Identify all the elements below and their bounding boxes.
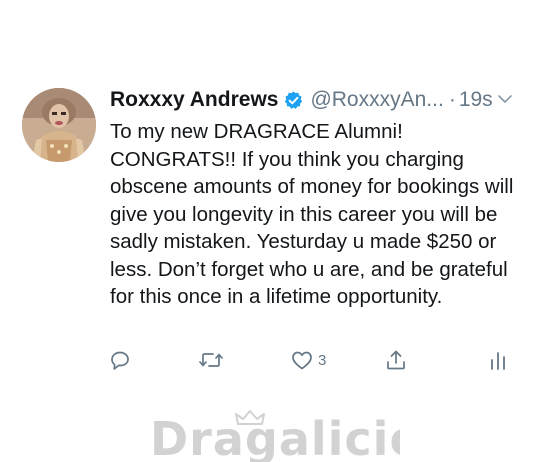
analytics-icon (488, 348, 508, 372)
analytics-button[interactable] (488, 346, 508, 374)
watermark-logo: Dragalicious (150, 408, 400, 462)
tweet-card[interactable]: Roxxxy Andrews @RoxxxyAn... · 19s To my … (0, 0, 534, 462)
like-button[interactable]: 3 (290, 346, 326, 374)
tweet-actions: 3 (108, 346, 518, 376)
reply-icon (108, 348, 132, 372)
separator-dot: · (448, 88, 456, 111)
heart-icon (290, 348, 314, 372)
timestamp[interactable]: 19s (459, 88, 493, 112)
display-name[interactable]: Roxxxy Andrews (110, 88, 278, 112)
watermark-text: Dragalicious (150, 412, 400, 462)
retweet-icon (198, 348, 224, 372)
chevron-down-icon[interactable] (497, 92, 513, 104)
avatar-image (22, 88, 96, 162)
avatar[interactable] (22, 88, 96, 162)
verified-badge-icon (283, 90, 304, 111)
tweet-text: To my new DRAGRACE Alumni! CONGRATS!! If… (110, 120, 514, 308)
reply-button[interactable] (108, 346, 132, 374)
share-button[interactable] (384, 346, 408, 374)
like-count: 3 (318, 351, 327, 369)
user-handle[interactable]: @RoxxxyAn... (310, 88, 443, 112)
tweet-header: Roxxxy Andrews @RoxxxyAn... · 19s (110, 86, 520, 114)
share-icon (384, 348, 408, 372)
retweet-button[interactable] (198, 346, 224, 374)
